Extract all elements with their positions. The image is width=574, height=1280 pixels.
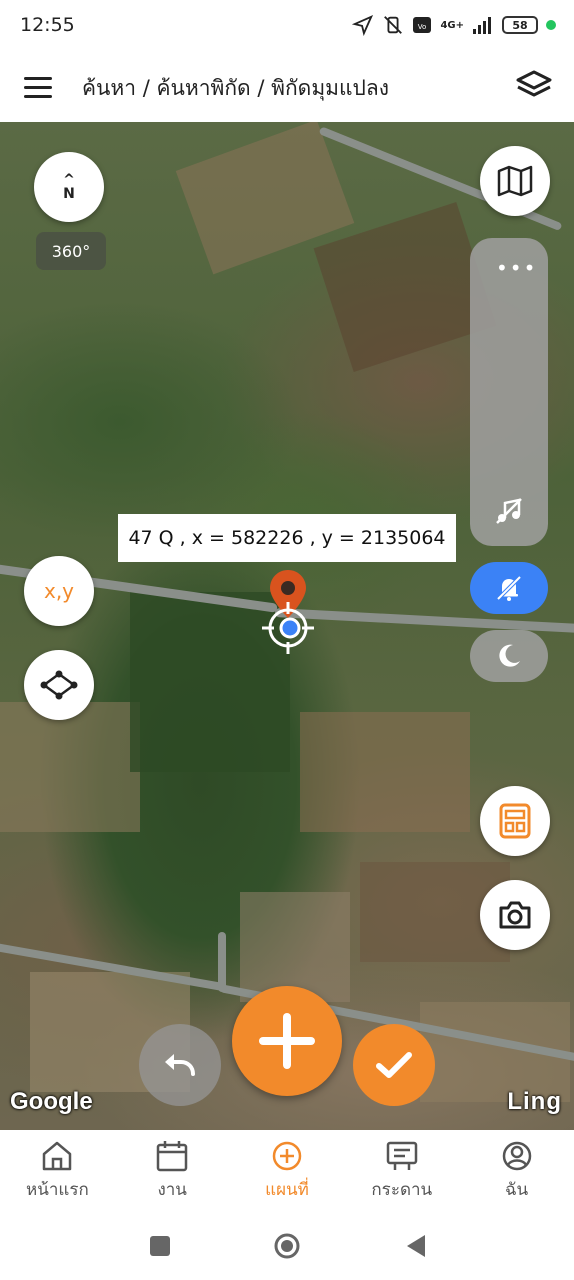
night-mode-toggle[interactable] <box>470 630 548 682</box>
circle-icon <box>274 1233 300 1259</box>
camera-icon <box>499 901 531 929</box>
nav-item-home[interactable]: หน้าแรก <box>7 1140 107 1203</box>
status-bar: 12:55 Vo 4G+ 58 <box>0 0 574 52</box>
mute-toggle[interactable] <box>470 562 548 614</box>
undo-icon <box>165 1054 195 1076</box>
ling-attribution: Ling <box>507 1088 562 1115</box>
xy-input-button[interactable]: x,y <box>24 556 94 626</box>
rotation-badge: 360° <box>36 232 106 270</box>
map-field <box>300 712 470 832</box>
music-off-icon[interactable] <box>494 496 524 526</box>
add-circle-icon <box>272 1141 302 1171</box>
nav-item-me[interactable]: ฉัน <box>467 1140 567 1203</box>
nav-label-board: กระดาน <box>371 1180 433 1200</box>
nav-label-home: หน้าแรก <box>26 1180 89 1200</box>
bottom-nav: หน้าแรก งาน แผนที่ กระดาน ฉัน <box>0 1130 574 1212</box>
home-icon <box>43 1141 72 1171</box>
xy-button-label: x,y <box>43 579 75 603</box>
status-time: 12:55 <box>20 14 75 36</box>
polygon-icon <box>40 670 78 700</box>
current-location-icon <box>279 617 301 639</box>
status-icons: Vo 4G+ 58 <box>352 14 556 36</box>
notification-dot-icon <box>546 20 556 30</box>
plus-icon <box>259 1013 315 1069</box>
bell-off-icon <box>496 575 522 601</box>
layers-icon[interactable] <box>514 66 554 106</box>
location-arrow-icon <box>352 14 374 36</box>
calculator-button[interactable] <box>480 786 550 856</box>
svg-text:Vo: Vo <box>418 23 427 31</box>
check-icon <box>376 1052 412 1078</box>
back-triangle-icon <box>407 1235 425 1257</box>
map-type-button[interactable] <box>480 146 550 216</box>
vibrate-off-icon <box>384 16 403 34</box>
network-type: 4G+ <box>440 19 464 31</box>
back-button[interactable] <box>402 1232 430 1260</box>
nav-item-board[interactable]: กระดาน <box>352 1140 452 1203</box>
compass-button[interactable]: ^ N <box>34 152 104 222</box>
more-dots-icon[interactable]: ••• <box>496 256 537 280</box>
confirm-button[interactable] <box>353 1024 435 1106</box>
coordinate-readout: 47 Q , x = 582226 , y = 2135064 <box>118 514 456 562</box>
nav-label-tasks: งาน <box>157 1180 187 1200</box>
user-icon <box>502 1141 531 1171</box>
square-icon <box>150 1236 170 1256</box>
nav-item-map[interactable]: แผนที่ <box>237 1140 337 1203</box>
recent-apps-button[interactable] <box>146 1232 174 1260</box>
app-header: ค้นหา / ค้นหาพิกัด / พิกัดมุมแปลง <box>0 52 574 122</box>
nav-label-me: ฉัน <box>504 1180 529 1200</box>
breadcrumb: ค้นหา / ค้นหาพิกัด / พิกัดมุมแปลง <box>82 76 389 100</box>
polygon-tool-button[interactable] <box>24 650 94 720</box>
signal-icon <box>473 17 491 34</box>
side-tool-panel: ••• <box>470 238 548 546</box>
camera-button[interactable] <box>480 880 550 950</box>
battery-level: 58 <box>512 18 528 32</box>
nav-item-tasks[interactable]: งาน <box>122 1140 222 1203</box>
volte-icon: Vo <box>413 17 432 33</box>
calculator-icon <box>499 803 531 839</box>
map-field <box>0 702 140 832</box>
compass-north-label: N <box>63 186 75 202</box>
moon-icon <box>499 644 520 667</box>
map-field <box>240 892 350 1002</box>
system-nav <box>0 1212 574 1280</box>
undo-button[interactable] <box>139 1024 221 1106</box>
nav-label-map: แผนที่ <box>265 1180 309 1200</box>
map-view[interactable]: ^ N 360° ••• x,y 47 Q , x = 582226 , y =… <box>0 122 574 1130</box>
hamburger-menu-icon[interactable] <box>24 70 58 104</box>
calendar-icon <box>156 1141 188 1172</box>
compass-icon: ^ N <box>63 173 75 201</box>
board-icon <box>386 1141 418 1170</box>
battery-icon: 58 <box>502 16 538 34</box>
map-icon <box>497 165 533 197</box>
compass-arrow-icon: ^ <box>63 172 75 188</box>
add-point-button[interactable] <box>232 986 342 1096</box>
home-button[interactable] <box>273 1232 301 1260</box>
google-attribution: Google <box>10 1088 93 1115</box>
map-road <box>218 932 226 992</box>
